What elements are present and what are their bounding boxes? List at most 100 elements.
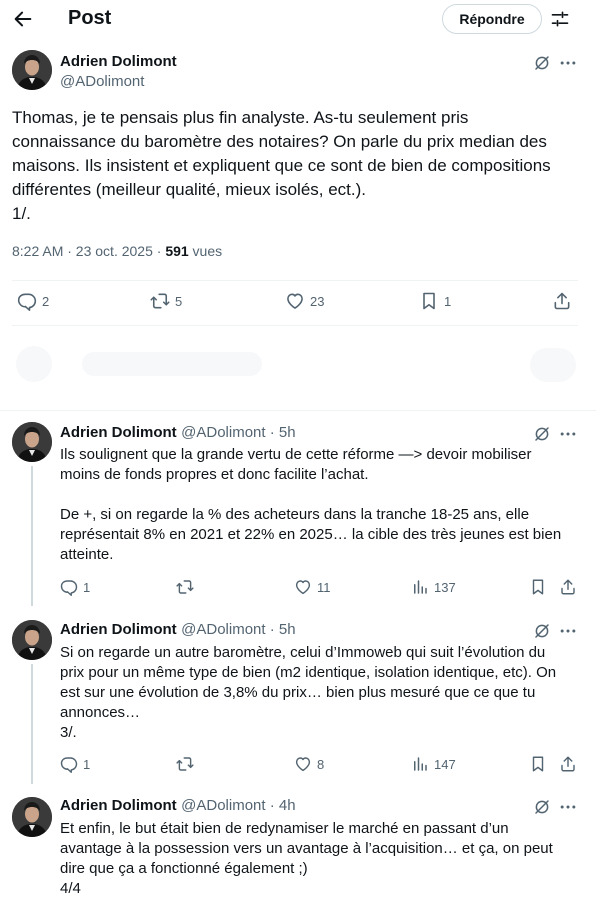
reply-text-line: est sur une évolution de 3,8% du prix… b… — [60, 684, 536, 701]
bookmark-icon[interactable] — [529, 578, 547, 596]
post-text-line: 1/. — [12, 204, 31, 223]
more-icon[interactable] — [558, 53, 578, 73]
reply-action[interactable]: 1 — [60, 578, 90, 596]
reply-text-line: atteinte. — [60, 546, 114, 563]
author-handle[interactable]: @ADolimont — [60, 73, 144, 90]
reply-count: 2 — [42, 293, 50, 309]
top-bar: Post Répondre — [0, 0, 596, 40]
share-icon[interactable] — [552, 291, 572, 311]
share-icon[interactable] — [559, 755, 577, 773]
more-icon[interactable] — [558, 621, 578, 641]
reply-text: Si on regarde un autre baromètre, celui … — [60, 643, 580, 743]
reply-icon — [17, 291, 37, 311]
like-action[interactable]: 8 — [294, 755, 324, 773]
reply-button[interactable]: Répondre — [442, 4, 542, 34]
views-count: 137 — [434, 579, 456, 595]
repost-icon — [176, 755, 194, 773]
like-count: 23 — [310, 293, 325, 309]
like-count: 11 — [317, 579, 331, 595]
author-handle[interactable]: @ADolimont · 5h — [181, 424, 295, 441]
back-arrow-icon[interactable] — [12, 8, 34, 30]
grok-icon[interactable] — [533, 798, 551, 816]
more-icon[interactable] — [558, 424, 578, 444]
author-name[interactable]: Adrien Dolimont — [60, 424, 177, 441]
views-action[interactable]: 137 — [411, 578, 456, 596]
like-icon — [294, 578, 312, 596]
divider — [0, 410, 596, 411]
author-handle[interactable]: @ADolimont · 5h — [181, 621, 295, 638]
bookmark-icon — [419, 291, 439, 311]
repost-action[interactable]: 5 — [150, 291, 182, 311]
reply-compose-area[interactable] — [12, 340, 578, 390]
reply-text-line: 3/. — [60, 724, 77, 741]
reply-text-line: avantage à la possession vers un avantag… — [60, 840, 553, 857]
views-label: vues — [188, 243, 223, 259]
repost-icon — [150, 291, 170, 311]
reply-action[interactable]: 2 — [17, 291, 49, 311]
reply-header: Adrien Dolimont @ADolimont · 4h — [60, 797, 296, 815]
views-icon — [411, 755, 429, 773]
reply-text-line: représentait 8% en 2021 et 22% en 2025… … — [60, 526, 562, 543]
reply-count: 1 — [83, 756, 91, 772]
reply-text-line: Si on regarde un autre baromètre, celui … — [60, 644, 546, 661]
divider — [12, 325, 578, 326]
reply-text-line: dire que ça a fonctionné également ;) — [60, 860, 308, 877]
avatar[interactable] — [12, 422, 52, 462]
reply-icon — [60, 578, 78, 596]
author-name[interactable]: Adrien Dolimont — [60, 53, 177, 70]
post-text-line: connaissance du baromètre des notaires? … — [12, 132, 547, 151]
views-count: 147 — [434, 756, 456, 772]
like-action[interactable]: 23 — [285, 291, 324, 311]
reply-header: Adrien Dolimont @ADolimont · 5h — [60, 424, 296, 442]
author-handle[interactable]: @ADolimont · 4h — [181, 797, 295, 814]
page-title: Post — [68, 7, 112, 29]
like-icon — [285, 291, 305, 311]
like-icon — [294, 755, 312, 773]
reply-text-line: prix pour un même type de bien (m2 ident… — [60, 664, 557, 681]
reply-text-line: annonces… — [60, 704, 141, 721]
reply-text-line: 4/4 — [60, 880, 81, 897]
more-icon[interactable] — [558, 797, 578, 817]
reply-action[interactable]: 1 — [60, 755, 90, 773]
post-text: Thomas, je te pensais plus fin analyste.… — [12, 106, 578, 226]
repost-count: 5 — [175, 293, 183, 309]
post-time[interactable]: 8:22 AM · 23 oct. 2025 · — [12, 243, 165, 259]
author-name[interactable]: Adrien Dolimont — [60, 797, 177, 814]
grok-icon[interactable] — [533, 54, 551, 72]
repost-action[interactable] — [176, 755, 194, 773]
thread-line — [31, 664, 33, 784]
bookmark-icon[interactable] — [529, 755, 547, 773]
reply-text-line: De +, si on regarde la % des acheteurs d… — [60, 506, 530, 523]
post-text-line: différentes (meilleur qualité, mieux iso… — [12, 180, 367, 199]
reply-text: Ils soulignent que la grande vertu de ce… — [60, 445, 580, 565]
divider — [12, 280, 578, 281]
repost-action[interactable] — [176, 578, 194, 596]
repost-icon — [176, 578, 194, 596]
share-icon[interactable] — [559, 578, 577, 596]
reply-text-line: Ils soulignent que la grande vertu de ce… — [60, 446, 532, 463]
bookmark-count: 1 — [444, 293, 452, 309]
post-meta: 8:22 AM · 23 oct. 2025 · 591 vues — [12, 243, 222, 259]
like-count: 8 — [317, 756, 325, 772]
bookmark-action[interactable]: 1 — [419, 291, 451, 311]
post-text-line: maisons. Ils insistent et expliquent que… — [12, 156, 551, 175]
post-text-line: Thomas, je te pensais plus fin analyste.… — [12, 108, 469, 127]
reply-text-line: moins de fonds propres et donc facilite … — [60, 466, 369, 483]
thread-line — [31, 466, 33, 606]
like-action[interactable]: 11 — [294, 578, 331, 596]
views-icon — [411, 578, 429, 596]
reply-text: Et enfin, le but était bien de redynamis… — [60, 819, 580, 899]
reply-count: 1 — [83, 579, 91, 595]
views-action[interactable]: 147 — [411, 755, 456, 773]
avatar[interactable] — [12, 620, 52, 660]
views-count: 591 — [165, 243, 189, 259]
reply-icon — [60, 755, 78, 773]
grok-icon[interactable] — [533, 425, 551, 443]
avatar[interactable] — [12, 50, 52, 90]
author-name[interactable]: Adrien Dolimont — [60, 621, 177, 638]
reply-text-line: Et enfin, le but était bien de redynamis… — [60, 820, 509, 837]
grok-icon[interactable] — [533, 622, 551, 640]
sliders-icon[interactable] — [550, 9, 570, 29]
avatar[interactable] — [12, 797, 52, 837]
reply-header: Adrien Dolimont @ADolimont · 5h — [60, 621, 296, 639]
